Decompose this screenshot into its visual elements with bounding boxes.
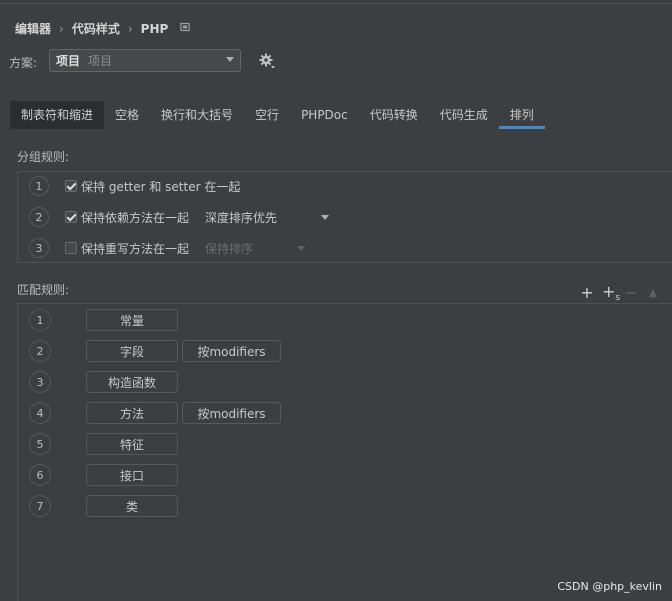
overridden-methods-label: 保持重写方法在一起 <box>81 241 190 256</box>
chevron-right-icon: › <box>59 21 64 36</box>
reset-icon[interactable] <box>180 22 190 35</box>
row-number: 3 <box>29 238 49 258</box>
tab-blank-lines[interactable]: 空行 <box>244 101 290 129</box>
tab-bar: 制表符和缩进 空格 换行和大括号 空行 PHPDoc 代码转换 代码生成 排列 <box>10 101 672 129</box>
breadcrumb: 编辑器 › 代码样式 › PHP <box>15 20 190 37</box>
tab-wrapping-and-braces[interactable]: 换行和大括号 <box>150 101 244 129</box>
rule-type-pill[interactable]: 方法 <box>86 402 178 424</box>
row-number: 7 <box>29 495 51 517</box>
rule-modifier-pill[interactable]: 按modifiers <box>182 340 281 362</box>
rule-type-pill[interactable]: 类 <box>86 495 178 517</box>
chevron-down-icon <box>321 214 330 220</box>
tab-tabs-and-indents[interactable]: 制表符和缩进 <box>10 101 105 129</box>
rule-type-pill[interactable]: 字段 <box>86 340 178 362</box>
scheme-value: 项目 <box>56 54 81 68</box>
grouping-rules-title: 分组规则: <box>17 150 70 164</box>
dependent-order-dropdown[interactable]: 深度排序优先 <box>205 209 330 226</box>
chevron-down-icon <box>297 245 306 251</box>
grouping-rule-row: 1 保持 getter 和 setter 在一起 <box>29 176 240 196</box>
getter-setter-checkbox[interactable] <box>65 180 77 192</box>
row-number: 6 <box>29 464 51 486</box>
watermark: CSDN @php_kevlin <box>557 580 662 593</box>
matching-rules-panel: 1 常量 2 字段 按modifiers 3 构造函数 4 方法 按modifi… <box>17 303 672 601</box>
row-number: 2 <box>29 207 49 227</box>
overridden-order-dropdown: 保持排序 <box>205 240 306 257</box>
row-number: 1 <box>29 309 51 331</box>
matching-rule-row[interactable]: 1 常量 <box>29 309 178 331</box>
scheme-sub-value: 项目 <box>88 54 113 68</box>
dependent-order-value: 深度排序优先 <box>205 210 278 225</box>
add-section-icon[interactable]: +s <box>602 282 620 303</box>
breadcrumb-item-php: PHP <box>140 21 169 36</box>
dependent-methods-checkbox[interactable] <box>65 211 77 223</box>
matching-rule-row[interactable]: 7 类 <box>29 495 178 517</box>
scheme-label: 方案: <box>9 56 38 70</box>
matching-rule-row[interactable]: 2 字段 按modifiers <box>29 340 281 362</box>
row-number: 4 <box>29 402 51 424</box>
overridden-methods-checkbox[interactable] <box>65 242 77 254</box>
breadcrumb-item-editor[interactable]: 编辑器 <box>15 20 51 37</box>
tab-arrangement[interactable]: 排列 <box>498 101 545 129</box>
rule-type-pill[interactable]: 特征 <box>86 433 178 455</box>
grouping-rules-panel: 1 保持 getter 和 setter 在一起 2 保持依赖方法在一起 深度排… <box>17 171 672 263</box>
add-icon[interactable]: + <box>580 283 594 302</box>
matching-rule-row[interactable]: 4 方法 按modifiers <box>29 402 281 424</box>
scheme-select[interactable]: 项目 项目 <box>49 49 241 72</box>
row-number: 3 <box>29 371 51 393</box>
row-number: 2 <box>29 340 51 362</box>
getter-setter-label: 保持 getter 和 setter 在一起 <box>81 179 241 194</box>
matching-rules-title: 匹配规则: <box>17 283 70 297</box>
gear-icon[interactable] <box>258 52 276 70</box>
rule-type-pill[interactable]: 接口 <box>86 464 178 486</box>
remove-icon: − <box>624 283 638 302</box>
move-up-icon: ▲ <box>648 286 658 299</box>
top-divider <box>0 3 672 4</box>
rule-type-pill[interactable]: 常量 <box>86 309 178 331</box>
grouping-rule-row: 3 保持重写方法在一起 保持排序 <box>29 238 306 258</box>
row-number: 5 <box>29 433 51 455</box>
dependent-methods-label: 保持依赖方法在一起 <box>81 210 190 225</box>
row-number: 1 <box>29 176 49 196</box>
tab-code-conversion[interactable]: 代码转换 <box>359 101 429 129</box>
tab-code-generation[interactable]: 代码生成 <box>429 101 499 129</box>
rule-modifier-pill[interactable]: 按modifiers <box>182 402 281 424</box>
grouping-rule-row: 2 保持依赖方法在一起 深度排序优先 <box>29 207 330 227</box>
chevron-right-icon: › <box>127 21 133 36</box>
overridden-order-value: 保持排序 <box>205 241 254 256</box>
chevron-down-icon <box>226 57 234 62</box>
matching-rule-row[interactable]: 3 构造函数 <box>29 371 178 393</box>
matching-rule-row[interactable]: 5 特征 <box>29 433 178 455</box>
tab-phpdoc[interactable]: PHPDoc <box>290 101 359 129</box>
matching-rules-toolbar: + +s − ▲ <box>580 282 660 303</box>
matching-rule-row[interactable]: 6 接口 <box>29 464 178 486</box>
breadcrumb-item-code-style[interactable]: 代码样式 <box>72 20 120 37</box>
tab-spaces[interactable]: 空格 <box>104 101 150 129</box>
rule-type-pill[interactable]: 构造函数 <box>86 371 178 393</box>
